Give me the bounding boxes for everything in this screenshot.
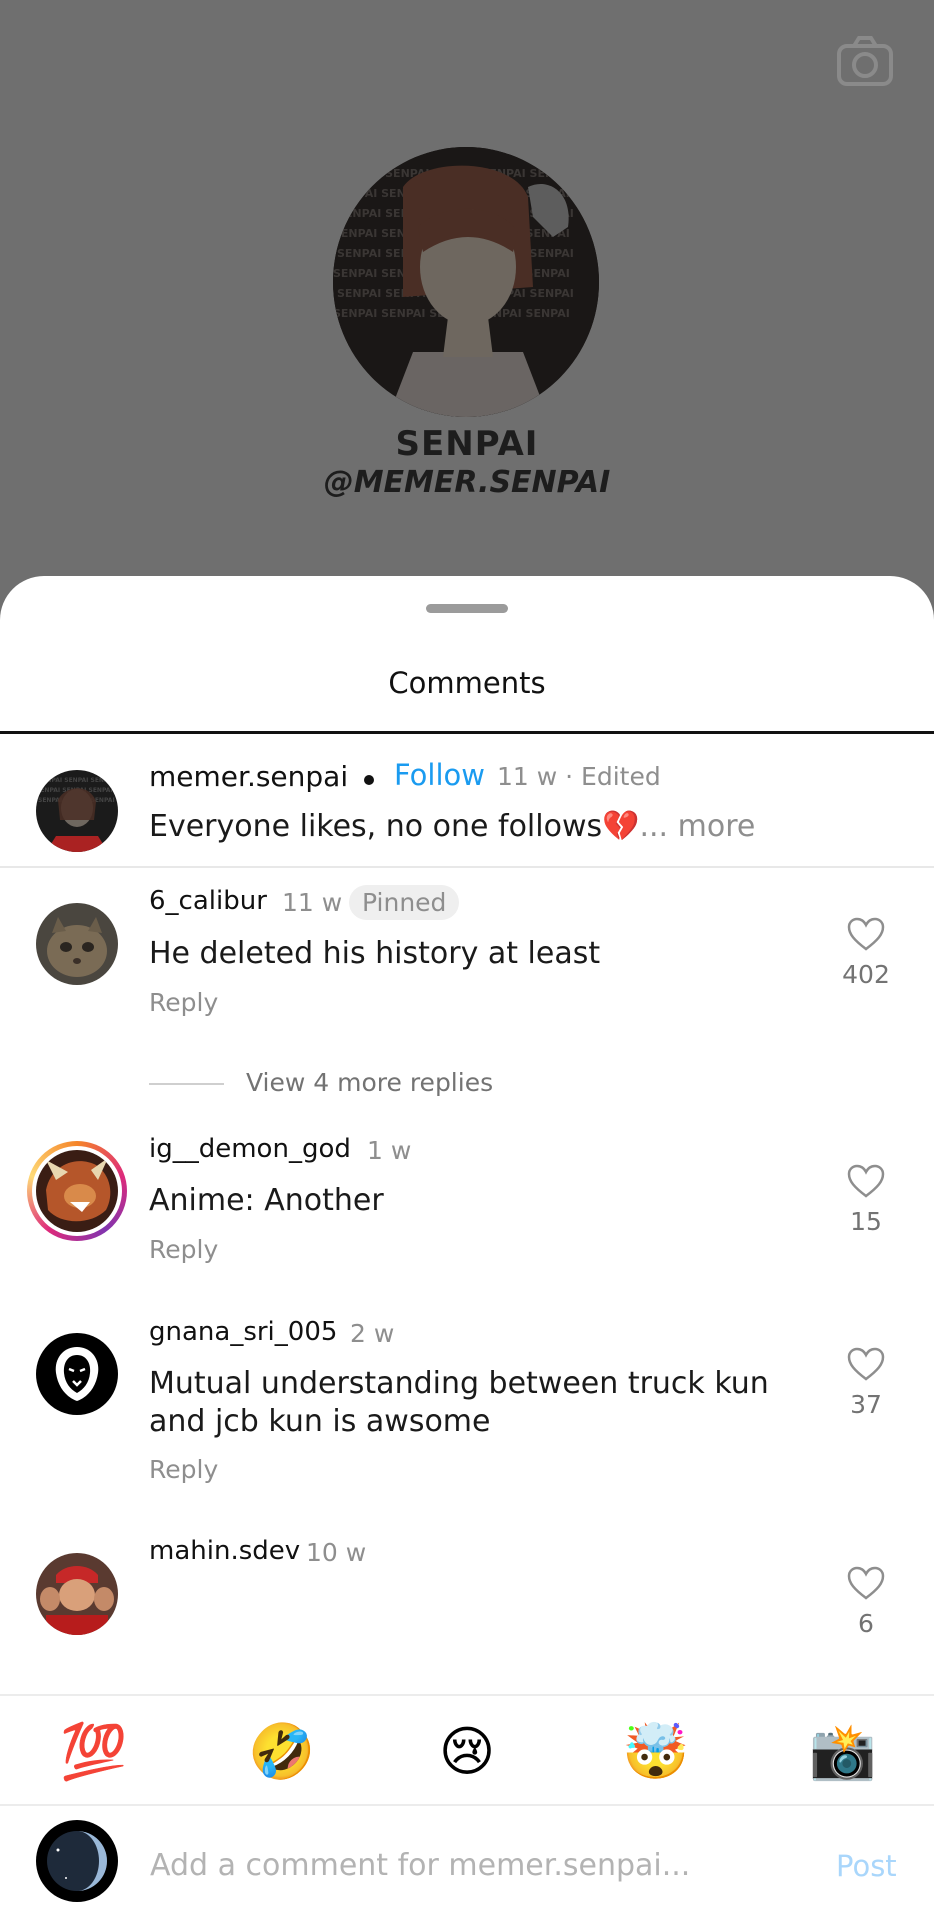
- heart-icon[interactable]: [846, 1565, 886, 1601]
- like-count: 37: [850, 1390, 882, 1419]
- comment-username[interactable]: mahin.sdev: [149, 1536, 300, 1566]
- follow-button[interactable]: Follow: [394, 758, 485, 792]
- avatar[interactable]: [36, 1553, 118, 1635]
- divider: [0, 1804, 934, 1806]
- sheet-title: Comments: [388, 666, 546, 700]
- comment-time: 2 w: [350, 1319, 395, 1348]
- drag-handle[interactable]: [426, 604, 508, 613]
- caption-username[interactable]: memer.senpai: [149, 760, 348, 793]
- pinned-badge: Pinned: [349, 885, 460, 920]
- comment-time: 1 w: [367, 1136, 412, 1165]
- replies-line: [149, 1083, 224, 1085]
- avatar-image: [36, 903, 118, 985]
- divider: [0, 731, 934, 734]
- caption-body: Everyone likes, no one follows💔: [149, 809, 640, 844]
- camera-icon[interactable]: [836, 34, 894, 88]
- avatar[interactable]: [36, 1150, 118, 1232]
- caption-text: Everyone likes, no one follows💔... more: [149, 808, 755, 846]
- comment-input[interactable]: [150, 1840, 790, 1890]
- comment-text: Anime: Another: [149, 1183, 384, 1218]
- emoji-crying[interactable]: 😢: [435, 1720, 499, 1784]
- avatar[interactable]: [36, 903, 118, 985]
- profile-picture: SENPAI SENPAI SENPAI SENPAI SENPAI SENPA…: [333, 147, 599, 417]
- emoji-rofl[interactable]: 🤣: [248, 1720, 315, 1784]
- heart-icon[interactable]: [846, 916, 886, 952]
- comment-time: 11 w: [282, 888, 343, 917]
- profile-background: SENPAI SENPAI SENPAI SENPAI SENPAI SENPA…: [0, 0, 934, 620]
- caption-meta: 11 w · Edited: [497, 762, 661, 791]
- divider: [0, 1694, 934, 1696]
- avatar-image: SENPAI SENPAI SENPAI SENPAI SENPAI SENPA…: [36, 770, 118, 852]
- heart-icon[interactable]: [846, 1163, 886, 1199]
- avatar[interactable]: SENPAI SENPAI SENPAI SENPAI SENPAI SENPA…: [36, 770, 118, 852]
- emoji-hundred[interactable]: 💯: [60, 1720, 127, 1784]
- comment-username[interactable]: ig__demon_god: [149, 1134, 351, 1164]
- like-count: 15: [850, 1207, 882, 1236]
- comment-username[interactable]: 6_calibur: [149, 886, 267, 916]
- divider: [0, 866, 934, 868]
- reply-button[interactable]: Reply: [149, 1455, 218, 1484]
- avatar-image: [36, 1820, 118, 1902]
- heart-icon[interactable]: [846, 1346, 886, 1382]
- avatar-image: [36, 1150, 118, 1232]
- emoji-exploding-head[interactable]: 🤯: [622, 1720, 689, 1784]
- emoji-camera-flash[interactable]: 📸: [809, 1720, 876, 1784]
- view-more-replies[interactable]: View 4 more replies: [246, 1068, 493, 1097]
- profile-name: SENPAI: [395, 424, 539, 464]
- post-button[interactable]: Post: [836, 1849, 897, 1883]
- like-count: 6: [858, 1609, 874, 1638]
- more-link[interactable]: ... more: [639, 809, 755, 844]
- comment-username[interactable]: gnana_sri_005: [149, 1317, 337, 1347]
- like-count: 402: [842, 960, 890, 989]
- avatar-image: [36, 1553, 118, 1635]
- reply-button[interactable]: Reply: [149, 988, 218, 1017]
- comment-text: Mutual understanding between truck kun a…: [149, 1366, 769, 1439]
- separator-dot: [364, 775, 374, 785]
- svg-text:SENPAI SENPAI SENPAI: SENPAI SENPAI SENPAI: [38, 777, 115, 784]
- reply-button[interactable]: Reply: [149, 1235, 218, 1264]
- avatar[interactable]: [36, 1333, 118, 1415]
- profile-handle: @MEMER.SENPAI: [323, 465, 611, 500]
- comments-sheet: Comments SENPAI SENPAI SENPAI SENPAI SEN…: [0, 576, 934, 1920]
- avatar-image: [36, 1333, 118, 1415]
- my-avatar[interactable]: [36, 1820, 118, 1902]
- comment-text: He deleted his history at least: [149, 936, 601, 971]
- comment-time: 10 w: [306, 1538, 367, 1567]
